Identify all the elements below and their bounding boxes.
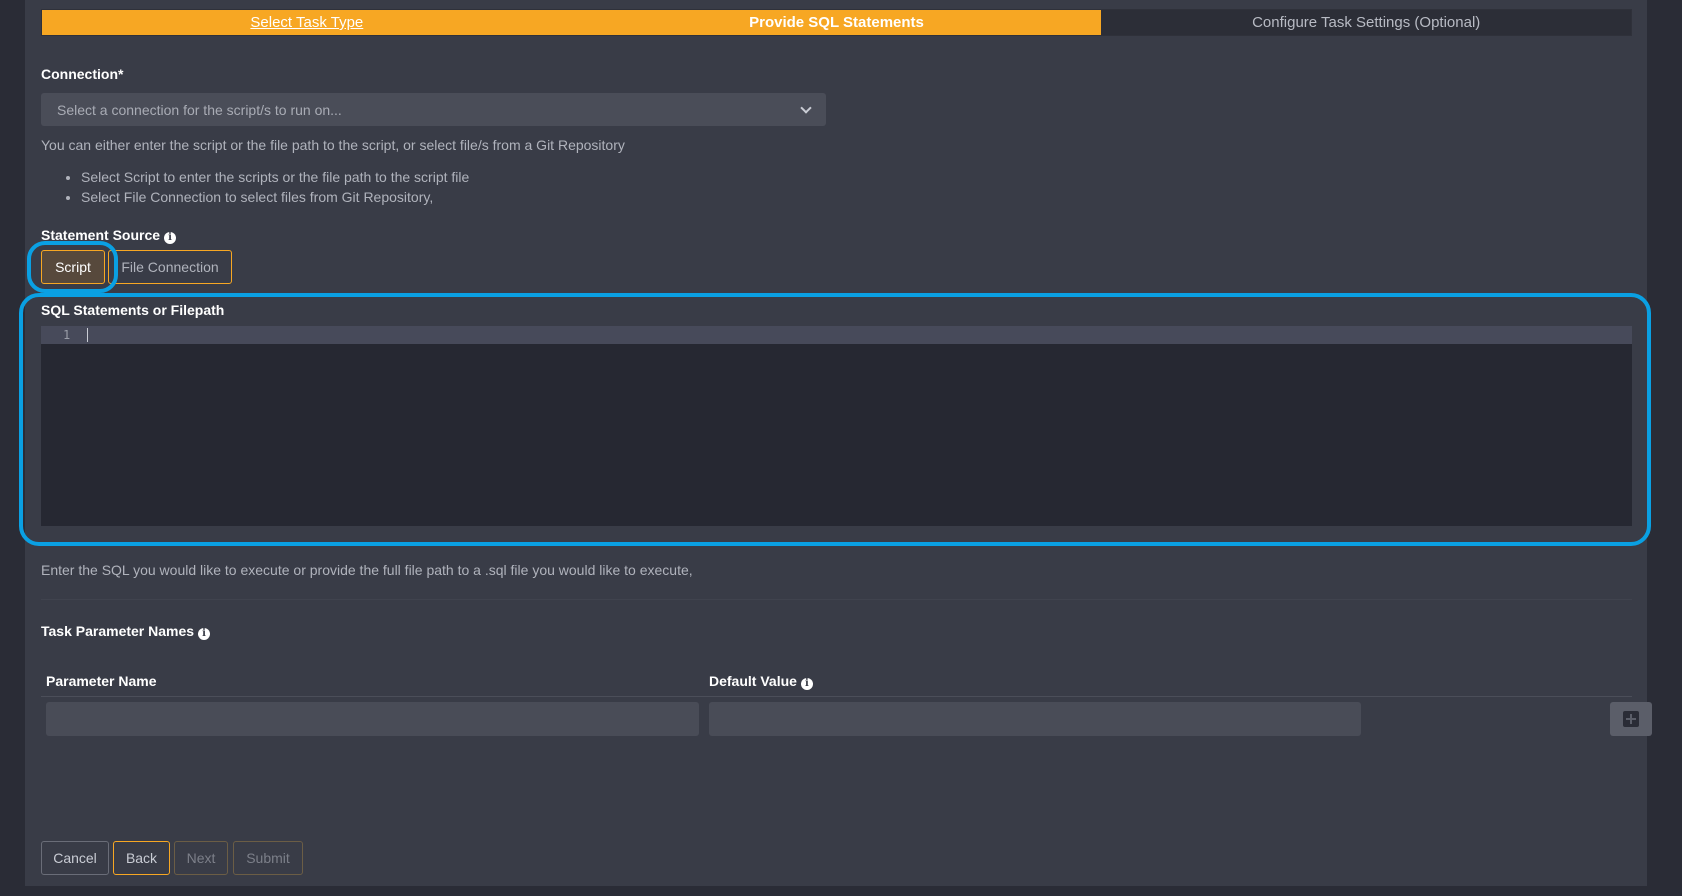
cancel-button[interactable]: Cancel	[41, 841, 109, 875]
column-header-parameter-name: Parameter Name	[46, 673, 157, 689]
list-item: Select Script to enter the scripts or th…	[81, 167, 469, 187]
source-help-text: You can either enter the script or the f…	[41, 137, 625, 153]
add-parameter-button[interactable]	[1610, 702, 1652, 736]
editor-active-line: 1	[41, 326, 1632, 344]
table-header-rule	[41, 696, 1632, 697]
text-caret	[87, 328, 88, 342]
column-header-default-value: Default Value i	[709, 673, 813, 690]
step-provide-sql-statements: Provide SQL Statements	[571, 10, 1102, 35]
plus-square-icon	[1623, 711, 1639, 727]
step-configure-task-settings[interactable]: Configure Task Settings (Optional)	[1101, 10, 1632, 35]
submit-button[interactable]: Submit	[233, 841, 303, 875]
info-icon[interactable]: i	[800, 678, 813, 690]
column-header-default-value-text: Default Value	[709, 673, 797, 689]
wizard-steps: Select Task Type Provide SQL Statements …	[41, 9, 1632, 36]
source-help-list: Select Script to enter the scripts or th…	[81, 167, 469, 207]
step-select-task-type[interactable]: Select Task Type	[42, 10, 572, 35]
task-parameters-label-text: Task Parameter Names	[41, 623, 195, 639]
line-number: 1	[63, 328, 71, 342]
task-parameters-label: Task Parameter Names i	[41, 623, 211, 640]
sql-editor-label: SQL Statements or Filepath	[41, 302, 225, 318]
main-panel: Select Task Type Provide SQL Statements …	[25, 0, 1652, 886]
next-button[interactable]: Next	[174, 841, 228, 875]
connection-select[interactable]: Select a connection for the script/s to …	[41, 93, 826, 126]
back-button[interactable]: Back	[113, 841, 170, 875]
connection-placeholder: Select a connection for the script/s to …	[57, 101, 342, 118]
default-value-input[interactable]	[709, 702, 1361, 736]
script-toggle-button[interactable]: Script	[41, 250, 105, 284]
parameter-name-input[interactable]	[46, 702, 699, 736]
list-item: Select File Connection to select files f…	[81, 187, 469, 207]
file-connection-toggle-button[interactable]: File Connection	[108, 250, 232, 284]
connection-label: Connection*	[41, 66, 124, 82]
statement-source-label-text: Statement Source	[41, 227, 161, 243]
statement-source-label: Statement Source i	[41, 227, 177, 244]
chevron-down-icon	[800, 101, 812, 114]
editor-help-text: Enter the SQL you would like to execute …	[41, 562, 693, 578]
info-icon[interactable]: i	[198, 628, 211, 640]
info-icon[interactable]: i	[164, 232, 177, 244]
sql-editor[interactable]: 1	[41, 326, 1632, 526]
section-divider	[41, 599, 1632, 600]
